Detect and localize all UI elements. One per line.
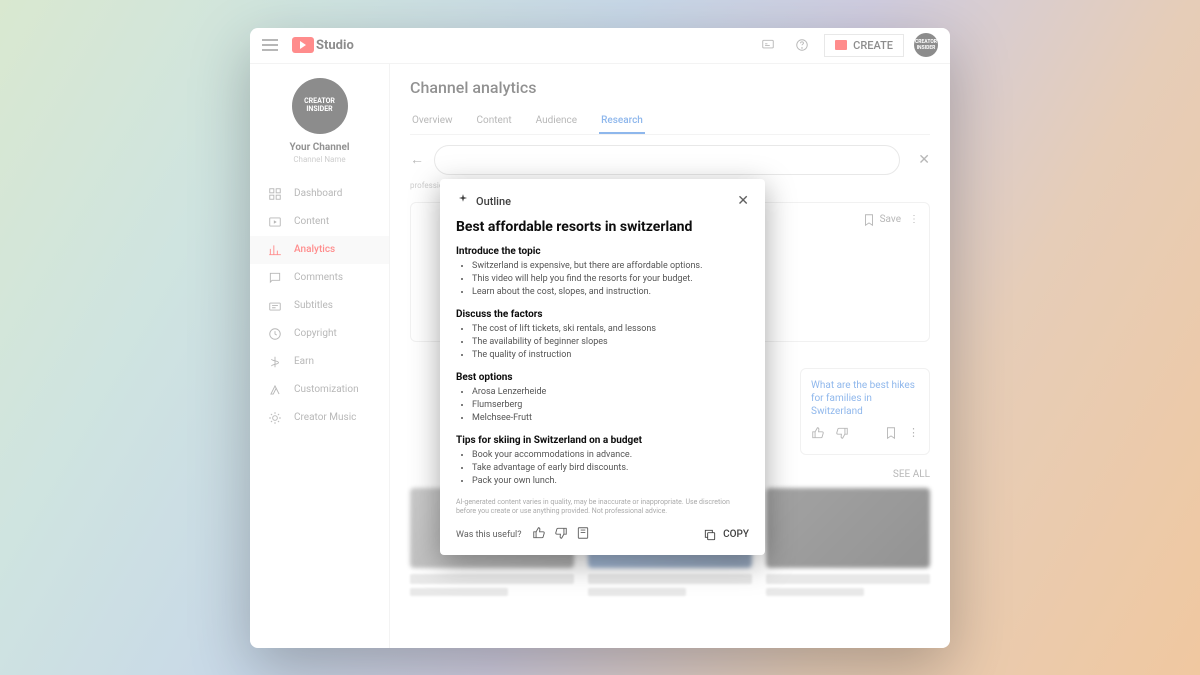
section-item: Book your accommodations in advance. — [472, 449, 749, 462]
section-item: This video will help you find the resort… — [472, 273, 749, 286]
outline-modal: Outline ✕ Best affordable resorts in swi… — [440, 179, 765, 556]
section-item: The quality of instruction — [472, 349, 749, 362]
useful-prompt: Was this useful? — [456, 530, 522, 540]
close-icon[interactable]: ✕ — [737, 193, 749, 209]
outline-section: Best options Arosa LenzerheideFlumserberg… — [456, 372, 749, 425]
section-item: The availability of beginner slopes — [472, 336, 749, 349]
outline-section: Introduce the topic Switzerland is expens… — [456, 246, 749, 299]
section-item: Melchsee-Frutt — [472, 412, 749, 425]
thumbs-up-icon[interactable] — [532, 526, 546, 543]
modal-disclaimer: AI-generated content varies in quality, … — [456, 498, 749, 516]
modal-title: Best affordable resorts in switzerland — [456, 218, 749, 236]
section-heading: Tips for skiing in Switzerland on a budg… — [456, 435, 749, 446]
outline-section: Discuss the factors The cost of lift tick… — [456, 309, 749, 362]
section-item: Flumserberg — [472, 399, 749, 412]
copy-button[interactable]: COPY — [703, 528, 749, 542]
section-item: Learn about the cost, slopes, and instru… — [472, 286, 749, 299]
section-heading: Introduce the topic — [456, 246, 749, 257]
section-heading: Best options — [456, 372, 749, 383]
section-item: The cost of lift tickets, ski rentals, a… — [472, 323, 749, 336]
section-item: Arosa Lenzerheide — [472, 386, 749, 399]
section-item: Pack your own lunch. — [472, 475, 749, 488]
studio-window: Studio CREATE CREATOR INSIDER CREATOR IN… — [250, 28, 950, 648]
sparkle-icon — [456, 193, 470, 210]
section-item: Switzerland is expensive, but there are … — [472, 260, 749, 273]
section-item: Take advantage of early bird discounts. — [472, 462, 749, 475]
section-heading: Discuss the factors — [456, 309, 749, 320]
modal-chip: Outline — [476, 195, 511, 208]
thumbs-down-icon[interactable] — [554, 526, 568, 543]
outline-section: Tips for skiing in Switzerland on a budg… — [456, 435, 749, 488]
report-icon[interactable] — [576, 526, 590, 543]
